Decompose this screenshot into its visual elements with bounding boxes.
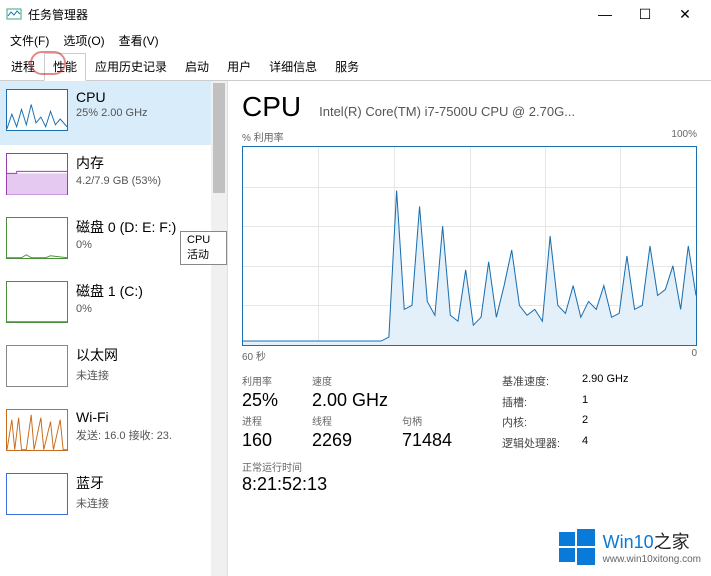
menu-file[interactable]: 文件(F) xyxy=(4,30,55,51)
close-button[interactable]: ✕ xyxy=(665,2,705,26)
sidebar-item-cpu[interactable]: CPU 25% 2.00 GHz xyxy=(0,81,211,145)
cores-label: 内核: xyxy=(502,414,582,431)
watermark-title: Win10之家 xyxy=(603,528,701,554)
tab-startup[interactable]: 启动 xyxy=(176,53,218,80)
tab-users[interactable]: 用户 xyxy=(218,53,260,80)
chart-x-right: 0 xyxy=(691,348,697,363)
base-speed-value: 2.90 GHz xyxy=(582,373,662,390)
minimize-button[interactable]: — xyxy=(585,2,625,26)
sidebar-item-sub: 4.2/7.9 GB (53%) xyxy=(76,175,205,187)
page-title: CPU xyxy=(242,91,301,123)
menu-view[interactable]: 查看(V) xyxy=(113,30,165,51)
sidebar-item-sub: 25% 2.00 GHz xyxy=(76,107,205,119)
sidebar-item-bluetooth[interactable]: 蓝牙 未连接 xyxy=(0,465,211,529)
stat-speed-label: 速度 xyxy=(312,373,402,388)
stat-util-value: 25% xyxy=(242,390,312,411)
sidebar-item-label: Wi-Fi xyxy=(76,409,205,425)
watermark-url: www.win10xitong.com xyxy=(603,554,701,565)
maximize-button[interactable]: ☐ xyxy=(625,2,665,26)
stat-threads-value: 2269 xyxy=(312,430,402,451)
sidebar-item-label: CPU xyxy=(76,89,205,105)
base-speed-label: 基准速度: xyxy=(502,373,582,390)
sidebar-item-label: 以太网 xyxy=(76,345,205,365)
tab-processes[interactable]: 进程 xyxy=(2,53,44,80)
memory-thumb-icon xyxy=(6,153,68,195)
sidebar-item-sub: 发送: 16.0 接收: 23. xyxy=(76,427,205,443)
sidebar-item-label: 内存 xyxy=(76,153,205,173)
uptime-value: 8:21:52:13 xyxy=(242,474,697,495)
tab-app-history[interactable]: 应用历史记录 xyxy=(86,53,176,80)
stat-handles-label: 句柄 xyxy=(402,413,482,428)
uptime-label: 正常运行时间 xyxy=(242,459,697,474)
cpu-chart xyxy=(242,146,697,346)
ethernet-thumb-icon xyxy=(6,345,68,387)
logical-value: 4 xyxy=(582,435,662,452)
windows-logo-icon xyxy=(559,529,595,565)
sidebar: CPU 25% 2.00 GHz 内存 4.2/7.9 GB (53%) 磁 xyxy=(0,81,228,576)
window-title: 任务管理器 xyxy=(28,6,585,23)
sidebar-item-sub: 0% xyxy=(76,303,205,315)
sidebar-item-ethernet[interactable]: 以太网 未连接 xyxy=(0,337,211,401)
tab-performance[interactable]: 性能 xyxy=(44,53,86,81)
wifi-thumb-icon xyxy=(6,409,68,451)
bluetooth-thumb-icon xyxy=(6,473,68,515)
sidebar-item-label: 蓝牙 xyxy=(76,473,205,493)
sockets-value: 1 xyxy=(582,394,662,411)
chart-y-max: 100% xyxy=(671,129,697,144)
watermark: Win10之家 www.win10xitong.com xyxy=(559,528,701,565)
tooltip: CPU 活动 xyxy=(180,231,227,265)
sidebar-item-label: 磁盘 1 (C:) xyxy=(76,281,205,301)
cpu-thumb-icon xyxy=(6,89,68,131)
sidebar-item-memory[interactable]: 内存 4.2/7.9 GB (53%) xyxy=(0,145,211,209)
stat-util-label: 利用率 xyxy=(242,373,312,388)
cores-value: 2 xyxy=(582,414,662,431)
disk-thumb-icon xyxy=(6,281,68,323)
disk-thumb-icon xyxy=(6,217,68,259)
tab-details[interactable]: 详细信息 xyxy=(260,53,326,80)
chart-y-label: % 利用率 xyxy=(242,129,284,144)
tab-services[interactable]: 服务 xyxy=(326,53,368,80)
cpu-model: Intel(R) Core(TM) i7-7500U CPU @ 2.70G..… xyxy=(319,104,697,119)
menu-options[interactable]: 选项(O) xyxy=(57,30,110,51)
sidebar-item-sub: 未连接 xyxy=(76,367,205,383)
stat-threads-label: 线程 xyxy=(312,413,402,428)
stat-handles-value: 71484 xyxy=(402,430,482,451)
stat-procs-label: 进程 xyxy=(242,413,312,428)
scrollbar-thumb[interactable] xyxy=(213,83,225,193)
stat-procs-value: 160 xyxy=(242,430,312,451)
app-icon xyxy=(6,6,22,22)
sockets-label: 插槽: xyxy=(502,394,582,411)
sidebar-item-wifi[interactable]: Wi-Fi 发送: 16.0 接收: 23. xyxy=(0,401,211,465)
chart-x-left: 60 秒 xyxy=(242,348,266,363)
main-panel: CPU Intel(R) Core(TM) i7-7500U CPU @ 2.7… xyxy=(228,81,711,576)
scrollbar[interactable] xyxy=(211,81,227,576)
sidebar-item-sub: 未连接 xyxy=(76,495,205,511)
logical-label: 逻辑处理器: xyxy=(502,435,582,452)
stat-speed-value: 2.00 GHz xyxy=(312,390,402,411)
sidebar-item-disk1[interactable]: 磁盘 1 (C:) 0% xyxy=(0,273,211,337)
